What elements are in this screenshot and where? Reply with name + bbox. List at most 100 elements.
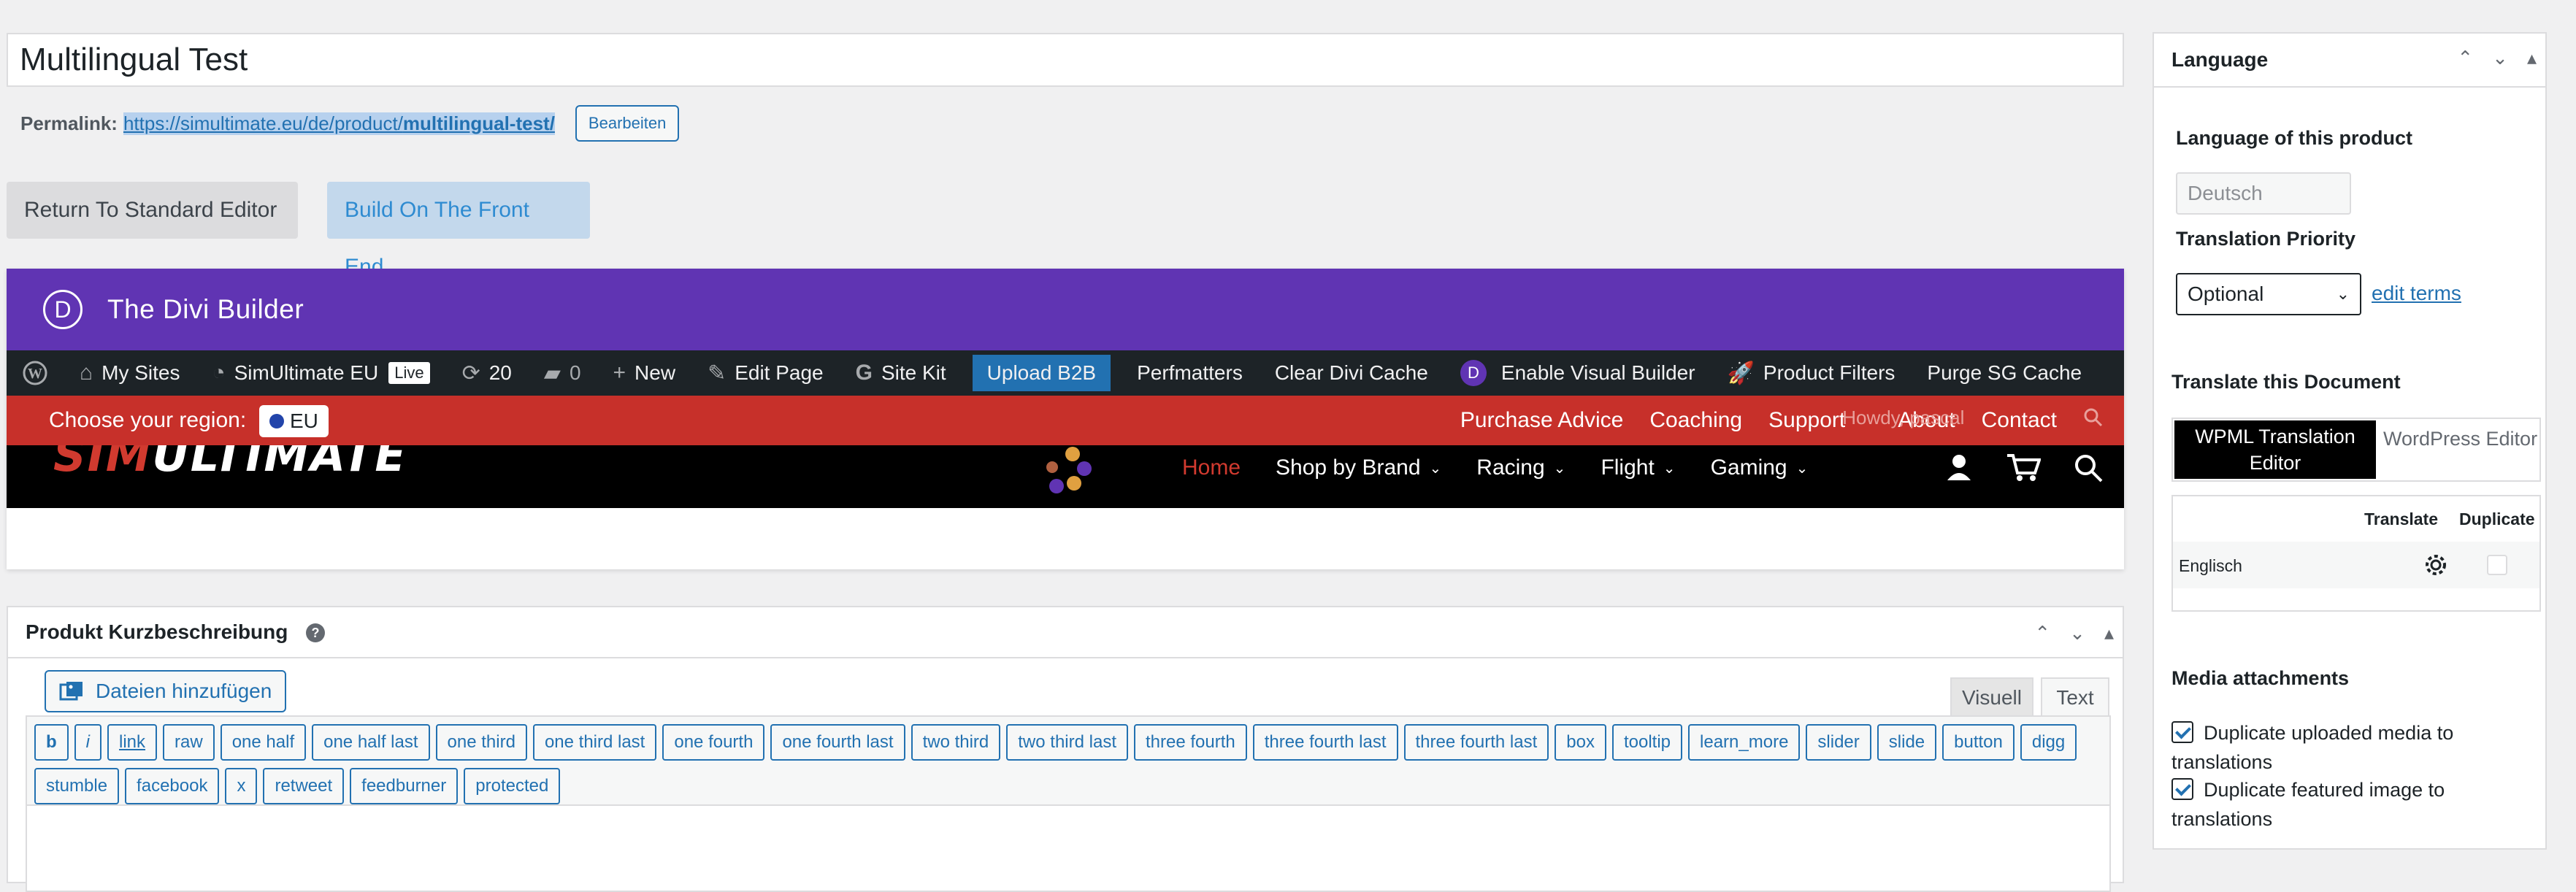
quicktag-button[interactable]: one fourth last [770, 724, 905, 761]
quicktag-button[interactable]: raw [163, 724, 215, 761]
admin-clear-divi-cache[interactable]: Clear Divi Cache [1259, 350, 1444, 396]
admin-site-name[interactable]: ◔ SimUltimate EU Live [196, 350, 445, 396]
duplicate-checkbox[interactable] [2487, 555, 2507, 575]
admin-updates[interactable]: ⟳ 20 [446, 350, 528, 396]
nav-home[interactable]: Home [1182, 455, 1241, 480]
quicktag-button[interactable]: retweet [263, 768, 345, 804]
quicktag-button[interactable]: one third last [532, 724, 657, 761]
nav-gaming[interactable]: Gaming ⌄ [1711, 455, 1809, 480]
divi-logo-icon: D [43, 290, 83, 329]
region-selector[interactable]: EU [259, 405, 329, 437]
cart-icon[interactable] [2006, 453, 2041, 482]
admin-site-kit[interactable]: G Site Kit [840, 350, 962, 396]
duplicate-image-checkbox[interactable] [2171, 778, 2193, 800]
duplicate-image-option[interactable]: Duplicate featured image to translations [2171, 775, 2537, 834]
quicktag-button[interactable]: link [107, 724, 158, 761]
language-label: Language of this product [2176, 127, 2412, 149]
simultimate-logo[interactable]: SIMULTIMATE [53, 445, 407, 477]
quicktag-button[interactable]: box [1555, 724, 1606, 761]
quicktag-button[interactable]: three fourth [1133, 724, 1247, 761]
permalink-row: Permalink: https://simultimate.eu/de/pro… [20, 105, 680, 142]
quicktag-button[interactable]: two third last [1006, 724, 1128, 761]
permalink-link[interactable]: https://simultimate.eu/de/product/multil… [123, 112, 555, 135]
wordpress-logo-icon[interactable]: W [7, 350, 64, 396]
admin-search-icon[interactable] [2083, 407, 2104, 434]
quicktag-button[interactable]: stumble [34, 768, 120, 804]
top-links: Purchase Advice Coaching Support About Ho… [1434, 396, 2104, 445]
admin-product-filters[interactable]: 🚀 Product Filters [1711, 350, 1912, 396]
site-top-bar: Choose your region: EU Purchase Advice C… [7, 396, 2124, 445]
tab-wordpress-editor[interactable]: WordPress Editor [2383, 428, 2537, 450]
quicktag-button[interactable]: one fourth [662, 724, 765, 761]
admin-edit-page[interactable]: ✎ Edit Page [691, 350, 840, 396]
quicktag-button[interactable]: learn_more [1688, 724, 1801, 761]
admin-my-sites[interactable]: ⌂ My Sites [64, 350, 196, 396]
admin-perfmatters[interactable]: Perfmatters [1121, 350, 1259, 396]
short-description-textarea[interactable] [26, 804, 2111, 892]
admin-upload-b2b[interactable]: Upload B2B [972, 355, 1111, 391]
permalink-edit-button[interactable]: Bearbeiten [575, 105, 680, 142]
quicktag-button[interactable]: tooltip [1611, 724, 1683, 761]
top-link-contact[interactable]: Contact [1982, 408, 2057, 433]
quicktag-button[interactable]: button [1942, 724, 2015, 761]
move-down-icon[interactable]: ⌄ [2069, 622, 2085, 645]
nav-shop-by-brand[interactable]: Shop by Brand ⌄ [1276, 455, 1441, 480]
panel-controls: ⌃ ⌄ ▴ [2438, 47, 2537, 69]
duplicate-media-checkbox[interactable] [2171, 721, 2193, 743]
move-down-icon[interactable]: ⌄ [2492, 47, 2508, 69]
quicktag-button[interactable]: one third [435, 724, 527, 761]
top-link-coaching[interactable]: Coaching [1649, 408, 1742, 433]
top-link-purchase-advice[interactable]: Purchase Advice [1460, 408, 1623, 433]
table-row: Englisch [2173, 542, 2539, 588]
tab-text[interactable]: Text [2041, 677, 2109, 715]
move-up-icon[interactable]: ⌃ [2034, 622, 2050, 645]
tab-visual[interactable]: Visuell [1950, 677, 2033, 715]
quicktag-button[interactable]: digg [2020, 724, 2077, 761]
live-badge: Live [388, 362, 430, 384]
divider [2154, 86, 2545, 88]
add-media-button[interactable]: Dateien hinzufügen [45, 670, 287, 712]
post-title-input[interactable]: Multilingual Test [7, 33, 2124, 87]
top-link-about[interactable]: About Howdy, pascal [1842, 407, 1964, 433]
language-panel-title: Language [2171, 48, 2269, 71]
admin-purge-sg-cache[interactable]: Purge SG Cache [1911, 350, 2098, 396]
move-up-icon[interactable]: ⌃ [2457, 47, 2473, 69]
nav-racing[interactable]: Racing ⌄ [1476, 455, 1565, 480]
quicktag-button[interactable]: three fourth last [1403, 724, 1549, 761]
tab-wpml-translation-editor[interactable]: WPML Translation Editor [2174, 420, 2376, 479]
collapse-icon[interactable]: ▴ [2527, 47, 2537, 69]
quicktag-button[interactable]: slider [1806, 724, 1871, 761]
translate-document-label: Translate this Document [2171, 371, 2401, 393]
top-link-support[interactable]: Support [1768, 408, 1845, 433]
quicktag-button[interactable]: slide [1877, 724, 1937, 761]
account-icon[interactable] [1944, 453, 1974, 482]
search-icon[interactable] [2073, 453, 2104, 483]
admin-new[interactable]: + New [597, 350, 692, 396]
divi-icon: D [1460, 360, 1487, 386]
return-to-standard-editor-button[interactable]: Return To Standard Editor [7, 182, 298, 239]
quicktag-button[interactable]: i [74, 724, 102, 761]
column-duplicate: Duplicate [2459, 510, 2535, 528]
quicktag-button[interactable]: x [225, 768, 258, 804]
help-icon[interactable]: ? [306, 623, 325, 642]
collapse-icon[interactable]: ▴ [2104, 622, 2114, 645]
admin-comments[interactable]: ▰ 0 [528, 350, 597, 396]
quicktag-button[interactable]: protected [464, 768, 561, 804]
quicktag-button[interactable]: b [34, 724, 69, 761]
edit-terms-link[interactable]: edit terms [2372, 282, 2461, 305]
duplicate-media-option[interactable]: Duplicate uploaded media to translations [2171, 718, 2537, 777]
build-on-front-end-button[interactable]: Build On The Front End [327, 182, 590, 279]
dashboard-icon: ◔ [212, 361, 226, 385]
media-icon [59, 682, 83, 701]
panel-controls: ⌃ ⌄ ▴ [2015, 622, 2114, 645]
quicktag-button[interactable]: three fourth last [1252, 724, 1398, 761]
nav-flight[interactable]: Flight ⌄ [1601, 455, 1675, 480]
quicktag-button[interactable]: facebook [125, 768, 220, 804]
admin-enable-visual-builder[interactable]: D Enable Visual Builder [1444, 350, 1711, 396]
quicktag-button[interactable]: one half last [312, 724, 430, 761]
quicktag-button[interactable]: two third [911, 724, 1001, 761]
priority-select[interactable]: Optional ⌄ [2176, 273, 2361, 315]
gear-icon[interactable] [2423, 552, 2449, 578]
quicktag-button[interactable]: one half [220, 724, 307, 761]
quicktag-button[interactable]: feedburner [350, 768, 459, 804]
